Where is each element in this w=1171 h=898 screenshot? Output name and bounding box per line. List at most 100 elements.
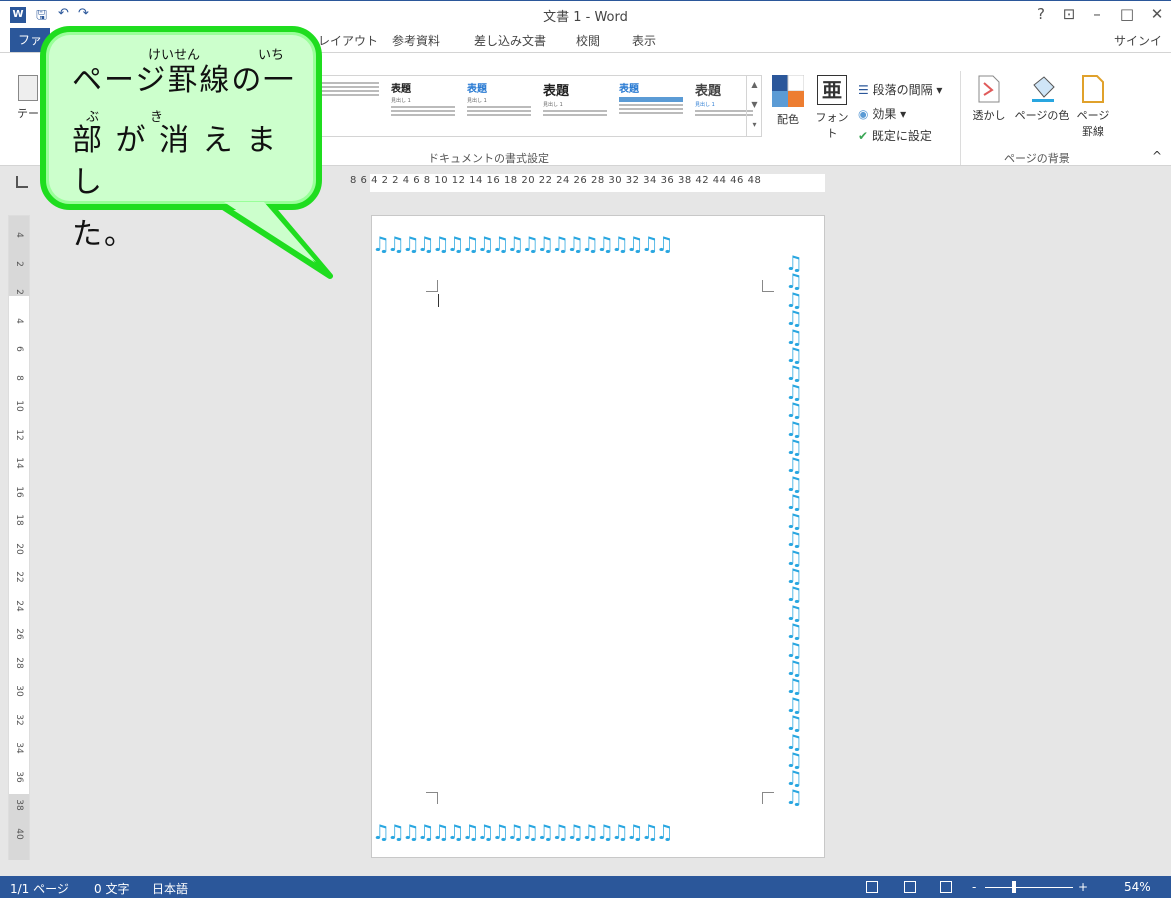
- tab-references[interactable]: 参考資料: [392, 32, 440, 49]
- vruler-number: 34: [14, 742, 24, 754]
- zoom-slider-thumb[interactable]: [1012, 881, 1016, 893]
- colors-label: 配色: [777, 113, 799, 126]
- margin-corner-mark: [762, 792, 774, 804]
- tab-selector[interactable]: [16, 176, 28, 188]
- effects-button[interactable]: ◉ 効果 ▾: [858, 105, 906, 122]
- doc-format-group-label: ドキュメントの書式設定: [428, 152, 549, 165]
- style-set-item[interactable]: 表題: [619, 80, 691, 134]
- ribbon-display-options-button[interactable]: ⊡: [1058, 5, 1080, 23]
- window-title: 文書 1 - Word: [543, 10, 628, 25]
- gallery-scroll[interactable]: ▲ ▼ ▾: [746, 75, 762, 137]
- document-page[interactable]: ♫♫♫♫♫♫♫♫♫♫♫♫♫♫♫♫♫♫♫♫ ♫ ♫ ♫ ♫ ♫ ♫ ♫ ♫ ♫ ♫ ♫ ♫ ♫ ♫ ♫ ♫ ♫ ♫ ♫…: [371, 215, 825, 858]
- vruler-number: 2: [14, 289, 24, 295]
- style-set-item[interactable]: [315, 80, 387, 134]
- effects-icon: ◉: [858, 107, 869, 121]
- vruler-number: 18: [14, 514, 24, 526]
- style-set-gallery: 表題 見出し 1 表題 見出し 1 表題 見出し 1 表題 表題 見出し 1: [310, 75, 762, 137]
- callout-line-3: た。: [72, 217, 136, 252]
- zoom-in-button[interactable]: +: [1078, 880, 1088, 894]
- vruler-number: 20: [14, 542, 24, 555]
- colors-button[interactable]: 配色: [770, 75, 806, 127]
- ruler-numbers: 8 6 4 2 2 4 6 8 10 12 14 16 18 20 22 24 …: [350, 175, 762, 186]
- minimize-button[interactable]: –: [1086, 5, 1108, 23]
- horizontal-ruler[interactable]: 8 6 4 2 2 4 6 8 10 12 14 16 18 20 22 24 …: [350, 174, 825, 192]
- zoom-out-button[interactable]: -: [972, 880, 976, 894]
- more-icon[interactable]: ▾: [747, 115, 762, 135]
- page-border-glyph: ♫: [785, 784, 803, 809]
- style-set-item[interactable]: 表題 見出し 1: [467, 80, 539, 134]
- chevron-down-icon[interactable]: ▼: [747, 95, 762, 115]
- fonts-label: フォント: [815, 111, 849, 140]
- zoom-slider[interactable]: [985, 887, 1073, 888]
- help-button[interactable]: ?: [1030, 5, 1052, 23]
- collapse-ribbon-button[interactable]: ^: [1152, 149, 1162, 163]
- margin-corner-mark: [762, 280, 774, 292]
- watermark-button[interactable]: 透かし: [972, 75, 1006, 123]
- vruler-number: 16: [14, 485, 24, 498]
- themes-icon: [18, 75, 38, 101]
- paragraph-spacing-button[interactable]: ☰ 段落の間隔 ▾: [858, 81, 942, 98]
- vertical-ruler[interactable]: 4 2 2 4 6 8 10 12 14 16 18 20 22 24 26 28 30 32 34 36 38 40: [8, 215, 30, 860]
- themes-label: テー: [17, 107, 39, 120]
- vruler-number: 28: [14, 656, 24, 669]
- web-layout-icon[interactable]: [940, 881, 952, 893]
- title-bar: W 🖫 ↶ ↷ 文書 1 - Word ? ⊡ – □ ✕: [0, 0, 1171, 28]
- vruler-number: 4: [14, 232, 24, 238]
- vruler-number: 10: [14, 400, 24, 412]
- vruler-number: 14: [14, 457, 24, 469]
- zoom-level[interactable]: 54%: [1124, 880, 1151, 894]
- vruler-number: 2: [14, 260, 24, 267]
- read-mode-icon[interactable]: [866, 881, 878, 893]
- callout-line-1: ページ罫線の一: [72, 63, 296, 98]
- fonts-icon: 亜: [817, 75, 847, 105]
- close-button[interactable]: ✕: [1146, 5, 1168, 23]
- page-border-right: ♫ ♫ ♫ ♫ ♫ ♫ ♫ ♫ ♫ ♫ ♫ ♫ ♫ ♫ ♫ ♫ ♫ ♫ ♫ ♫ ♫ ♫ ♫ ♫ ♫ ♫ ♫ ♫ ♫ ♫: [784, 253, 804, 809]
- paint-bucket-icon: [1032, 76, 1055, 102]
- group-separator: [960, 71, 961, 165]
- callout-text: ページ罫線の一 部 が 消 え ま し た。: [72, 60, 312, 256]
- watermark-label: 透かし: [972, 109, 1006, 122]
- fonts-button[interactable]: 亜 フォント: [812, 75, 852, 141]
- page-borders-icon: [1082, 75, 1104, 103]
- page-border-top: ♫♫♫♫♫♫♫♫♫♫♫♫♫♫♫♫♫♫♫♫: [372, 232, 674, 256]
- page-borders-label: ページ: [1076, 109, 1110, 122]
- tab-mailings[interactable]: 差し込み文書: [474, 32, 546, 49]
- tab-view[interactable]: 表示: [632, 32, 656, 49]
- vruler-number: 22: [14, 571, 24, 583]
- vruler-number: 38: [14, 799, 24, 811]
- set-default-button[interactable]: ✔ 既定に設定: [858, 127, 932, 144]
- vruler-number: 30: [14, 685, 24, 697]
- colors-icon: [772, 75, 804, 107]
- page-count[interactable]: 1/1 ページ: [10, 880, 69, 897]
- watermark-icon: [978, 75, 1000, 103]
- page-borders-label-2: 罫線: [1082, 125, 1104, 138]
- vruler-number: 26: [14, 628, 24, 640]
- style-set-item[interactable]: 表題 見出し 1: [543, 80, 615, 134]
- style-set-item[interactable]: 表題 見出し 1: [391, 80, 463, 134]
- page-bg-group-label: ページの背景: [1004, 152, 1070, 165]
- print-layout-icon[interactable]: [904, 881, 916, 893]
- word-count[interactable]: 0 文字: [94, 880, 129, 897]
- vruler-number: 32: [14, 713, 24, 726]
- status-bar: 1/1 ページ 0 文字 日本語 - + 54%: [0, 876, 1171, 898]
- paragraph-spacing-icon: ☰: [858, 83, 869, 97]
- chevron-up-icon[interactable]: ▲: [747, 75, 762, 95]
- vruler-number: 4: [14, 317, 24, 324]
- page-border-bottom: ♫♫♫♫♫♫♫♫♫♫♫♫♫♫♫♫♫♫♫♫: [372, 820, 674, 844]
- vruler-number: 12: [14, 428, 24, 441]
- style-set-item[interactable]: 表題 見出し 1: [695, 80, 753, 134]
- page-color-button[interactable]: ページの色: [1012, 75, 1072, 123]
- tab-layout[interactable]: レイアウト: [318, 32, 378, 49]
- themes-button[interactable]: テー: [16, 75, 40, 121]
- margin-corner-mark: [426, 280, 438, 292]
- vruler-number: 8: [14, 374, 24, 381]
- maximize-button[interactable]: □: [1116, 5, 1138, 23]
- text-cursor: [438, 294, 439, 307]
- check-icon: ✔: [858, 129, 869, 143]
- language[interactable]: 日本語: [152, 880, 188, 897]
- word-window: W 🖫 ↶ ↷ 文書 1 - Word ? ⊡ – □ ✕ ファ レイアウト 参…: [0, 0, 1171, 898]
- tab-review[interactable]: 校閲: [576, 32, 600, 49]
- vruler-number: 36: [14, 770, 24, 783]
- callout-line-2: 部 が 消 え ま し: [72, 123, 279, 200]
- page-borders-button[interactable]: ページ 罫線: [1074, 75, 1112, 139]
